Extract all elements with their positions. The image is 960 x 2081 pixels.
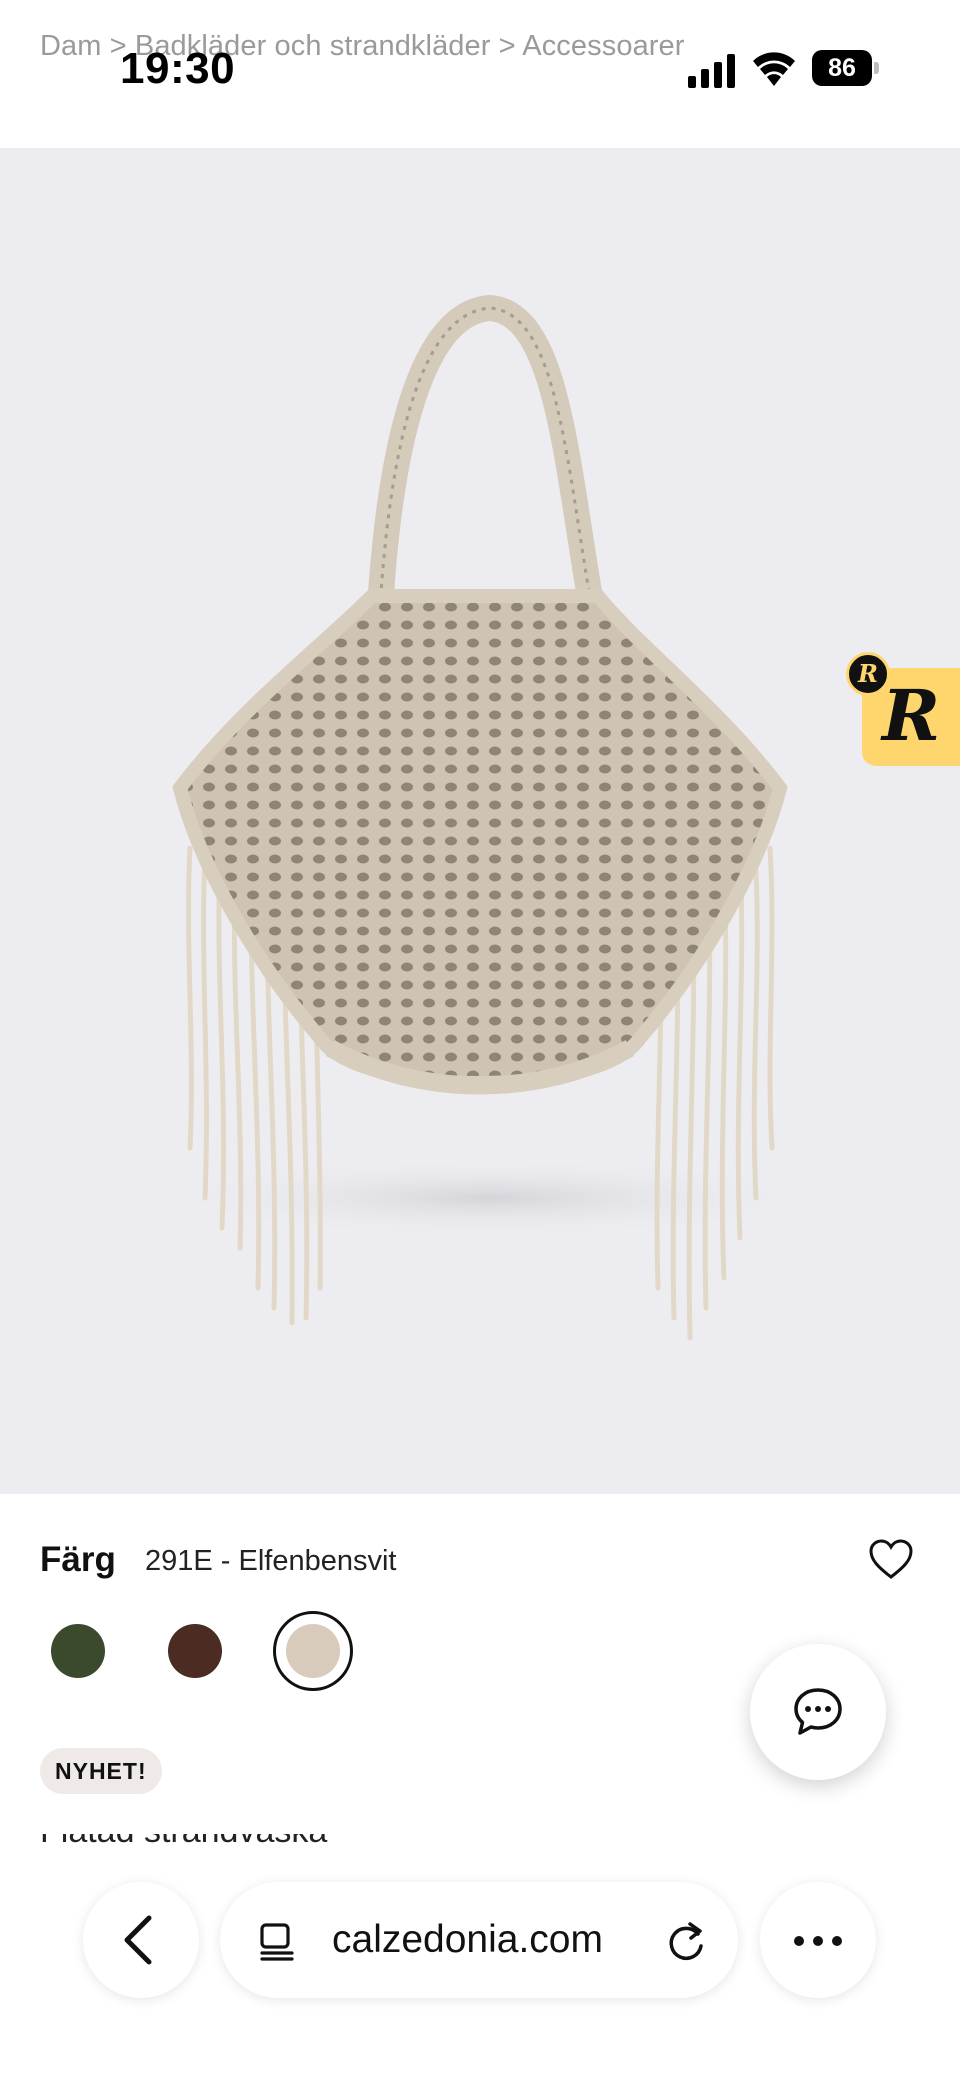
r-mini-logo-icon: R: [846, 652, 890, 696]
wifi-icon: [753, 52, 795, 86]
battery-cap: [874, 62, 879, 74]
tabs-icon: [260, 1923, 294, 1961]
color-value: 291E - Elfenbensvit: [145, 1545, 397, 1577]
reload-icon[interactable]: [664, 1918, 708, 1964]
product-title: Flätad strandväska: [40, 1834, 560, 1846]
chevron-left-icon: [124, 1915, 152, 1965]
product-title-clipped: Flätad strandväska: [40, 1834, 560, 1846]
more-button[interactable]: [760, 1882, 876, 1998]
swatch-ivory[interactable]: [286, 1624, 340, 1678]
chat-button[interactable]: [750, 1644, 886, 1780]
status-time: 19:30: [120, 44, 236, 93]
color-label: Färg: [40, 1540, 116, 1579]
back-button[interactable]: [83, 1882, 199, 1998]
signal-icon: [688, 54, 735, 88]
battery-level: 86: [812, 50, 872, 86]
swatch-green[interactable]: [51, 1624, 105, 1678]
product-image[interactable]: [0, 148, 960, 1494]
more-icon: [794, 1936, 804, 1946]
new-badge: NYHET!: [40, 1748, 162, 1794]
heart-icon[interactable]: [868, 1538, 914, 1580]
address-bar[interactable]: calzedonia.com: [220, 1882, 738, 1998]
battery-icon: 86: [812, 50, 880, 86]
chat-bubble-icon: [794, 1688, 842, 1735]
status-bar: Dam > Badkläder och strandkläder > Acces…: [0, 0, 960, 148]
product-photo: [160, 294, 820, 1341]
r-logo-icon: R: [882, 674, 941, 757]
url-text[interactable]: calzedonia.com: [332, 1918, 603, 1962]
more-icon: [813, 1936, 823, 1946]
swatch-brown[interactable]: [168, 1624, 222, 1678]
more-icon: [832, 1936, 842, 1946]
